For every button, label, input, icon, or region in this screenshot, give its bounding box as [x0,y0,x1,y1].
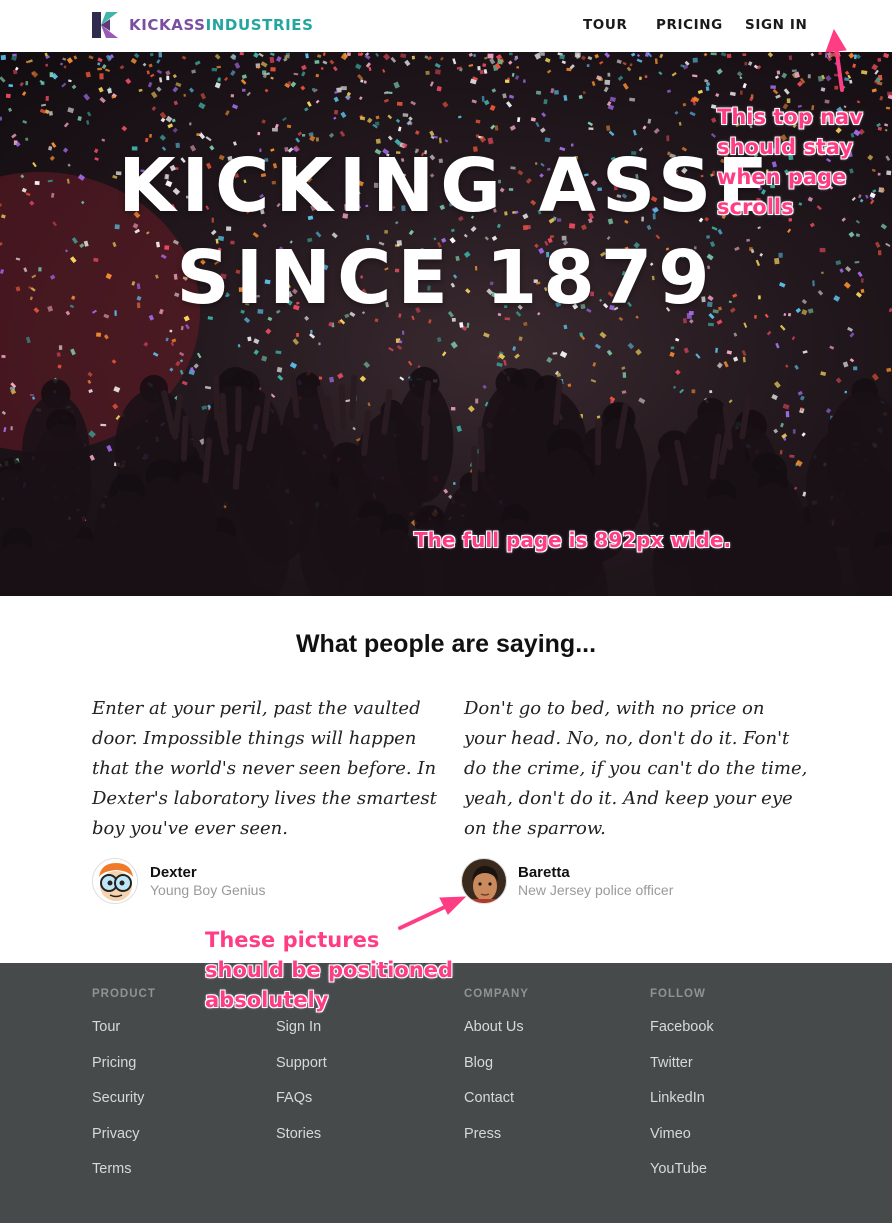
footer-link-security[interactable]: Security [92,1088,156,1108]
footer-link-pricing[interactable]: Pricing [92,1053,156,1073]
arrow-to-avatar-icon [398,896,467,930]
testimonial-author-role: Young Boy Genius [150,882,266,898]
footer-heading: COMPANY [464,988,529,1000]
top-nav: KICKASSINDUSTRIES TOUR PRICING SIGN IN [0,0,892,52]
annotation-page-width: The full page is 892px wide. [414,528,732,552]
footer-link-faqs[interactable]: FAQs [276,1088,327,1108]
dexter-avatar-icon [93,859,137,903]
nav-links: TOUR PRICING SIGN IN [0,16,892,36]
testimonial-author-name: Baretta [518,864,570,881]
annotation-absolute-pictures: These pictures should be positioned abso… [205,928,454,1012]
baretta-avatar [461,858,507,904]
footer-link-about-us[interactable]: About Us [464,1017,529,1037]
footer-link-tour[interactable]: Tour [92,1017,156,1037]
testimonials-heading: What people are saying... [295,630,597,658]
footer-column-company: COMPANY About Us Blog Contact Press [464,987,529,1159]
footer-link-blog[interactable]: Blog [464,1053,529,1073]
footer-link-facebook[interactable]: Facebook [650,1017,714,1037]
footer-link-support[interactable]: Support [276,1053,327,1073]
baretta-avatar-icon [462,859,506,903]
testimonial-author-name: Dexter [150,864,197,881]
footer-link-linkedin[interactable]: LinkedIn [650,1088,714,1108]
testimonial-quote: Don't go to bed, with no price on your h… [464,698,808,839]
testimonial-quote: Enter at your peril, past the vaulted do… [92,698,437,839]
footer-heading: PRODUCT [92,988,156,1000]
footer-column-product: PRODUCT Tour Pricing Security Privacy Te… [92,987,156,1195]
nav-link-tour[interactable]: TOUR [583,16,627,34]
footer-link-stories[interactable]: Stories [276,1124,327,1144]
footer-link-youtube[interactable]: YouTube [650,1159,714,1179]
footer-link-press[interactable]: Press [464,1124,529,1144]
footer-link-contact[interactable]: Contact [464,1088,529,1108]
footer-link-terms[interactable]: Terms [92,1159,156,1179]
footer-link-vimeo[interactable]: Vimeo [650,1124,714,1144]
hero-headline-line-2: SINCE 1879 [176,235,716,321]
nav-link-pricing[interactable]: PRICING [656,16,723,34]
footer-link-twitter[interactable]: Twitter [650,1053,714,1073]
footer-link-sign-in[interactable]: Sign In [276,1017,327,1037]
testimonial-author-role: New Jersey police officer [518,882,674,898]
dexter-avatar [92,858,138,904]
annotation-sticky-nav: This top nav should stay when page scrol… [717,105,863,219]
footer-link-privacy[interactable]: Privacy [92,1124,156,1144]
footer-column-follow: FOLLOW Facebook Twitter LinkedIn Vimeo Y… [650,987,714,1195]
footer-heading: FOLLOW [650,988,706,1000]
nav-link-sign-in[interactable]: SIGN IN [745,16,807,34]
